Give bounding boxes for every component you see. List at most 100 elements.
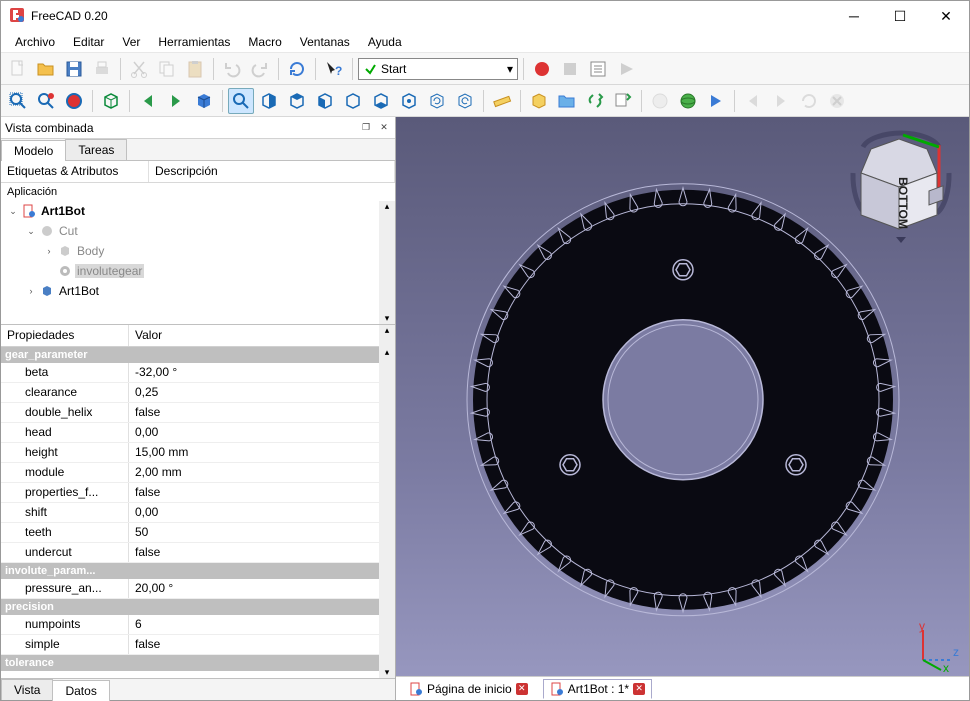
rear-view-button[interactable] <box>340 88 366 114</box>
redo-button[interactable] <box>247 56 273 82</box>
prop-row-shift[interactable]: shift0,00 <box>1 503 395 523</box>
front-view-button[interactable] <box>256 88 282 114</box>
bounding-box-button[interactable] <box>98 88 124 114</box>
prop-row-head[interactable]: head0,00 <box>1 423 395 443</box>
document-tabs: Página de inicio✕ Art1Bot : 1*✕ <box>396 676 969 700</box>
link-make-button[interactable] <box>582 88 608 114</box>
prop-group-tolerance: tolerance <box>1 655 395 671</box>
iso-view-button[interactable] <box>228 88 254 114</box>
undo-button[interactable] <box>219 56 245 82</box>
reload-button[interactable] <box>796 88 822 114</box>
tree-node-art1bot[interactable]: ›Art1Bot <box>1 281 395 301</box>
right-view-button[interactable] <box>312 88 338 114</box>
tree-header-labels[interactable]: Etiquetas & Atributos <box>1 161 149 182</box>
prop-row-pressure_an...[interactable]: pressure_an...20,00 ° <box>1 579 395 599</box>
navigation-cube[interactable]: BOTTOM <box>841 125 961 245</box>
doc-tab[interactable]: Art1Bot : 1*✕ <box>543 679 652 699</box>
menu-herramientas[interactable]: Herramientas <box>150 33 238 51</box>
menu-ventanas[interactable]: Ventanas <box>292 33 358 51</box>
stop-nav-button[interactable] <box>824 88 850 114</box>
workbench-selector[interactable]: Start ▾ <box>358 58 518 80</box>
prop-tab-vista[interactable]: Vista <box>1 679 53 700</box>
close-icon[interactable]: ✕ <box>633 683 645 695</box>
macro-stop-button[interactable] <box>557 56 583 82</box>
nav-right-button[interactable] <box>163 88 189 114</box>
rotate-right-button[interactable] <box>452 88 478 114</box>
prop-row-height[interactable]: height15,00 mm <box>1 443 395 463</box>
svg-text:?: ? <box>335 64 342 78</box>
prop-row-clearance[interactable]: clearance0,25 <box>1 383 395 403</box>
panel-close-button[interactable]: ✕ <box>377 121 391 135</box>
forward-nav-button[interactable] <box>703 88 729 114</box>
prop-tab-datos[interactable]: Datos <box>52 680 109 701</box>
cut-icon <box>39 223 55 239</box>
property-table[interactable]: gear_parameterbeta-32,00 °clearance0,25d… <box>1 347 395 678</box>
prop-header-name[interactable]: Propiedades <box>1 325 129 346</box>
close-icon[interactable]: ✕ <box>516 683 528 695</box>
prop-row-simple[interactable]: simplefalse <box>1 635 395 655</box>
menu-archivo[interactable]: Archivo <box>7 33 63 51</box>
back-button[interactable] <box>740 88 766 114</box>
prop-row-numpoints[interactable]: numpoints6 <box>1 615 395 635</box>
save-button[interactable] <box>61 56 87 82</box>
bottom-view-button[interactable] <box>368 88 394 114</box>
home-button[interactable] <box>647 88 673 114</box>
svg-text:x: x <box>943 661 949 672</box>
draw-style-button[interactable] <box>61 88 87 114</box>
panel-tabs: ModeloTareas <box>1 139 395 161</box>
nav-left-button[interactable] <box>135 88 161 114</box>
maximize-button[interactable]: ☐ <box>877 1 923 31</box>
macro-run-button[interactable] <box>613 56 639 82</box>
measure-button[interactable] <box>489 88 515 114</box>
top-view-button[interactable] <box>284 88 310 114</box>
menu-ver[interactable]: Ver <box>114 33 148 51</box>
print-button[interactable] <box>89 56 115 82</box>
copy-button[interactable] <box>154 56 180 82</box>
fit-selection-button[interactable] <box>33 88 59 114</box>
view-dropdown-button[interactable] <box>191 88 217 114</box>
cut-button[interactable] <box>126 56 152 82</box>
tree-node-involutegear[interactable]: involutegear <box>1 261 395 281</box>
rotate-left-button[interactable] <box>424 88 450 114</box>
menu-macro[interactable]: Macro <box>240 33 289 51</box>
macro-record-button[interactable] <box>529 56 555 82</box>
left-view-button[interactable] <box>396 88 422 114</box>
prop-row-module[interactable]: module2,00 mm <box>1 463 395 483</box>
tab-modelo[interactable]: Modelo <box>1 140 66 161</box>
prop-row-undercut[interactable]: undercutfalse <box>1 543 395 563</box>
prop-row-properties_f...[interactable]: properties_f...false <box>1 483 395 503</box>
tab-tareas[interactable]: Tareas <box>65 139 127 160</box>
panel-float-button[interactable]: ❐ <box>359 121 373 135</box>
part-button[interactable] <box>526 88 552 114</box>
prop-row-beta[interactable]: beta-32,00 ° <box>1 363 395 383</box>
property-tabs: VistaDatos <box>1 678 395 700</box>
paste-button[interactable] <box>182 56 208 82</box>
whatsthis-button[interactable]: ? <box>321 56 347 82</box>
svg-text:y: y <box>919 622 925 633</box>
prop-row-teeth[interactable]: teeth50 <box>1 523 395 543</box>
fit-all-button[interactable] <box>5 88 31 114</box>
menu-editar[interactable]: Editar <box>65 33 112 51</box>
body-icon <box>57 243 73 259</box>
model-tree[interactable]: ⌄Art1Bot⌄Cut›Bodyinvolutegear›Art1Bot▴▾ <box>1 201 395 325</box>
prop-header-value[interactable]: Valor <box>129 325 395 346</box>
tree-header-desc[interactable]: Descripción <box>149 161 395 182</box>
chevron-down-icon: ▾ <box>507 62 513 76</box>
minimize-button[interactable]: ─ <box>831 1 877 31</box>
tree-node-cut[interactable]: ⌄Cut <box>1 221 395 241</box>
open-button[interactable] <box>33 56 59 82</box>
prop-row-double_helix[interactable]: double_helixfalse <box>1 403 395 423</box>
web-button[interactable] <box>675 88 701 114</box>
close-button[interactable]: ✕ <box>923 1 969 31</box>
link-actions-button[interactable] <box>610 88 636 114</box>
menu-ayuda[interactable]: Ayuda <box>360 33 410 51</box>
doc-tab[interactable]: Página de inicio✕ <box>402 679 535 699</box>
fwd-button[interactable] <box>768 88 794 114</box>
refresh-button[interactable] <box>284 56 310 82</box>
new-doc-button[interactable] <box>5 56 31 82</box>
tree-node-art1bot[interactable]: ⌄Art1Bot <box>1 201 395 221</box>
3d-viewport[interactable]: BOTTOM y z x Página de inicio✕Art1Bot : … <box>396 117 969 700</box>
tree-node-body[interactable]: ›Body <box>1 241 395 261</box>
macro-list-button[interactable] <box>585 56 611 82</box>
group-button[interactable] <box>554 88 580 114</box>
